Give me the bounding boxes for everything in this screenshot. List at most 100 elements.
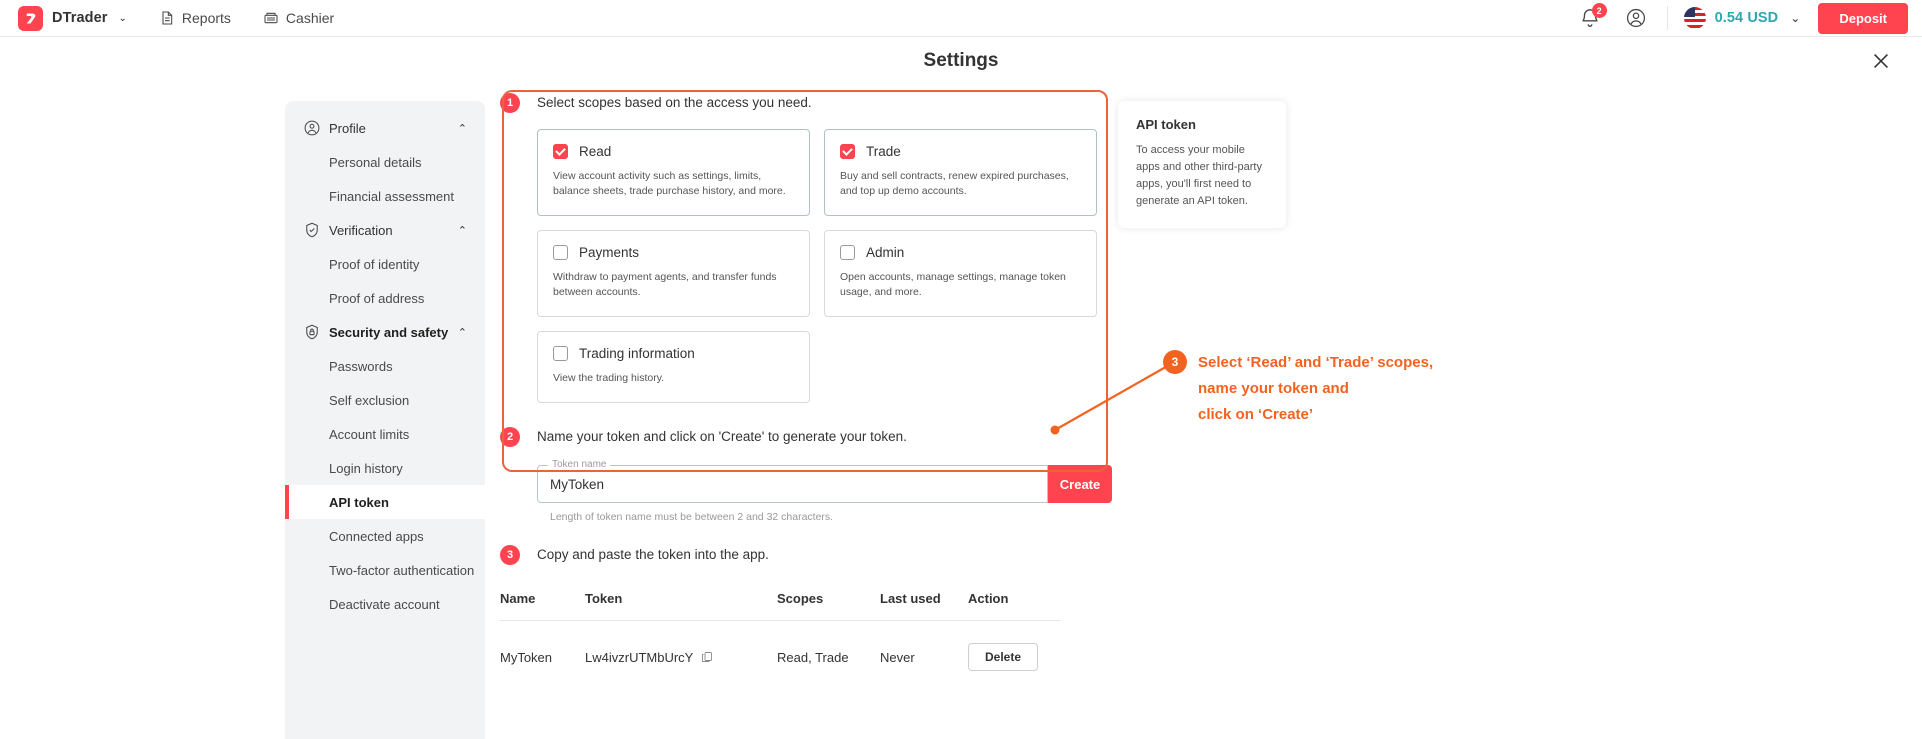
copy-icon[interactable] [701,650,713,664]
usd-flag-icon [1683,7,1706,29]
sidebar-item-profile-label: Profile [329,120,366,136]
sidebar-item-financial-assessment-label: Financial assessment [329,188,454,204]
nav-item-reports[interactable]: Reports [159,10,231,26]
chevron-up-icon[interactable]: ⌃ [458,224,467,237]
scope-card-read[interactable]: Read View account activity such as setti… [537,129,810,216]
sidebar-item-personal-details-label: Personal details [329,154,422,170]
scopes-grid: Read View account activity such as setti… [537,129,1140,403]
sidebar-item-account-limits[interactable]: Account limits [285,417,485,451]
person-circle-icon [303,119,321,137]
scope-read-description: View account activity such as settings, … [553,170,786,197]
deriv-logo-icon [18,5,43,31]
account-button[interactable] [1625,7,1647,29]
account-switcher-chevron-down-icon[interactable]: ⌄ [1790,11,1800,25]
create-button[interactable]: Create [1048,465,1112,503]
scope-card-trade[interactable]: Trade Buy and sell contracts, renew expi… [824,129,1097,216]
nav-item-cashier[interactable]: Cashier [263,10,334,26]
sidebar-item-passwords[interactable]: Passwords [285,349,485,383]
callout-line-2: name your token and [1198,380,1349,397]
scope-card-payments[interactable]: Payments Withdraw to payment agents, and… [537,230,810,317]
api-token-info-panel: API token To access your mobile apps and… [1118,101,1286,228]
scope-payments-description: Withdraw to payment agents, and transfer… [553,271,777,298]
scope-trading-information-description: View the trading history. [553,372,665,384]
close-icon[interactable] [1870,50,1892,72]
deposit-button[interactable]: Deposit [1818,2,1908,34]
chevron-up-icon[interactable]: ⌃ [458,326,467,339]
sidebar-item-personal-details[interactable]: Personal details [285,145,485,179]
checkbox-read[interactable] [553,144,568,159]
token-name-field[interactable]: Token name [537,459,1048,503]
sidebar-item-self-exclusion[interactable]: Self exclusion [285,383,485,417]
settings-header: Settings [0,37,1922,85]
scope-payments-label: Payments [579,245,640,260]
scope-admin-label: Admin [866,245,905,260]
callout-number: 3 [1163,350,1187,374]
sidebar-item-two-factor-authentication[interactable]: Two-factor authentication [285,553,485,587]
chevron-up-icon[interactable]: ⌃ [458,122,467,135]
delete-button[interactable]: Delete [968,643,1039,671]
sidebar-item-profile[interactable]: Profile ⌃ [285,111,485,145]
brand-menu[interactable]: DTrader ⌄ [18,5,127,31]
step-3: 3 Copy and paste the token into the app. [500,545,1140,565]
sidebar-item-account-limits-label: Account limits [329,426,410,442]
sidebar-item-proof-of-address[interactable]: Proof of address [285,281,485,315]
shield-lock-icon [303,323,321,341]
checkbox-trading-information[interactable] [553,346,568,361]
sidebar-item-financial-assessment[interactable]: Financial assessment [285,179,485,213]
step-1-number: 1 [500,93,520,113]
account-balance: 0.54 USD [1714,10,1779,26]
step-3-number: 3 [500,545,520,565]
sidebar-item-connected-apps[interactable]: Connected apps [285,519,485,553]
settings-sidebar: Profile ⌃ Personal details Financial ass… [285,101,485,739]
reports-icon [159,10,175,26]
checkbox-trade[interactable] [840,144,855,159]
scope-admin-description: Open accounts, manage settings, manage t… [840,271,1066,298]
info-panel-body: To access your mobile apps and other thi… [1136,144,1262,207]
cell-token-name: MyToken [500,649,553,665]
notifications-button[interactable]: 2 [1579,3,1607,29]
token-value-text: Lw4ivzrUTMbUrcY [585,649,694,665]
column-header-last-used: Last used [880,591,941,606]
topbar-right-cluster: 2 0.54 USD ⌄ Deposit [1579,2,1922,34]
sidebar-item-proof-of-address-label: Proof of address [329,290,425,306]
cell-token-value: Lw4ivzrUTMbUrcY [585,650,777,665]
sidebar-item-security-and-safety[interactable]: Security and safety ⌃ [285,315,485,349]
nav-item-cashier-label: Cashier [285,10,335,26]
nav-item-reports-label: Reports [181,10,231,26]
checkbox-payments[interactable] [553,245,568,260]
tokens-table: Name Token Scopes Last used Action MyTok… [500,591,1060,671]
column-header-scopes: Scopes [777,591,824,606]
step-2-text: Name your token and click on 'Create' to… [537,429,907,444]
chevron-down-icon[interactable]: ⌄ [119,13,127,24]
step-1: 1 Select scopes based on the access you … [500,93,1140,113]
sidebar-item-api-token[interactable]: API token [285,485,485,519]
sidebar-item-verification[interactable]: Verification ⌃ [285,213,485,247]
scope-read-label: Read [579,144,612,159]
scope-trading-information-header: Trading information [553,346,794,361]
token-name-input[interactable] [538,466,1047,502]
column-header-action: Action [968,591,1009,606]
sidebar-item-deactivate-account[interactable]: Deactivate account [285,587,485,621]
column-header-name: Name [500,591,536,606]
sidebar-item-security-and-safety-label: Security and safety [329,324,449,340]
scope-trading-information-label: Trading information [579,346,695,361]
step-3-text: Copy and paste the token into the app. [537,547,769,562]
scope-card-admin[interactable]: Admin Open accounts, manage settings, ma… [824,230,1097,317]
info-panel-title: API token [1136,117,1196,132]
scope-trade-label: Trade [866,144,901,159]
sidebar-item-verification-label: Verification [329,222,393,238]
sidebar-item-api-token-label: API token [329,494,389,510]
top-navigation-bar: DTrader ⌄ Reports Cashier 2 0.54 USD ⌄ D… [0,0,1922,37]
sidebar-item-login-history-label: Login history [329,460,403,476]
page-title: Settings [923,50,999,71]
brand-name: DTrader [52,10,108,26]
callout-line-1: Select ‘Read’ and ‘Trade’ scopes, [1198,354,1434,371]
checkbox-admin[interactable] [840,245,855,260]
step-1-text: Select scopes based on the access you ne… [537,95,812,110]
sidebar-item-login-history[interactable]: Login history [285,451,485,485]
scope-card-trading-information[interactable]: Trading information View the trading his… [537,331,810,403]
table-header-row: Name Token Scopes Last used Action [500,591,1060,620]
callout-leader-line [1050,363,1172,435]
cell-last-used: Never [880,649,915,665]
sidebar-item-proof-of-identity[interactable]: Proof of identity [285,247,485,281]
